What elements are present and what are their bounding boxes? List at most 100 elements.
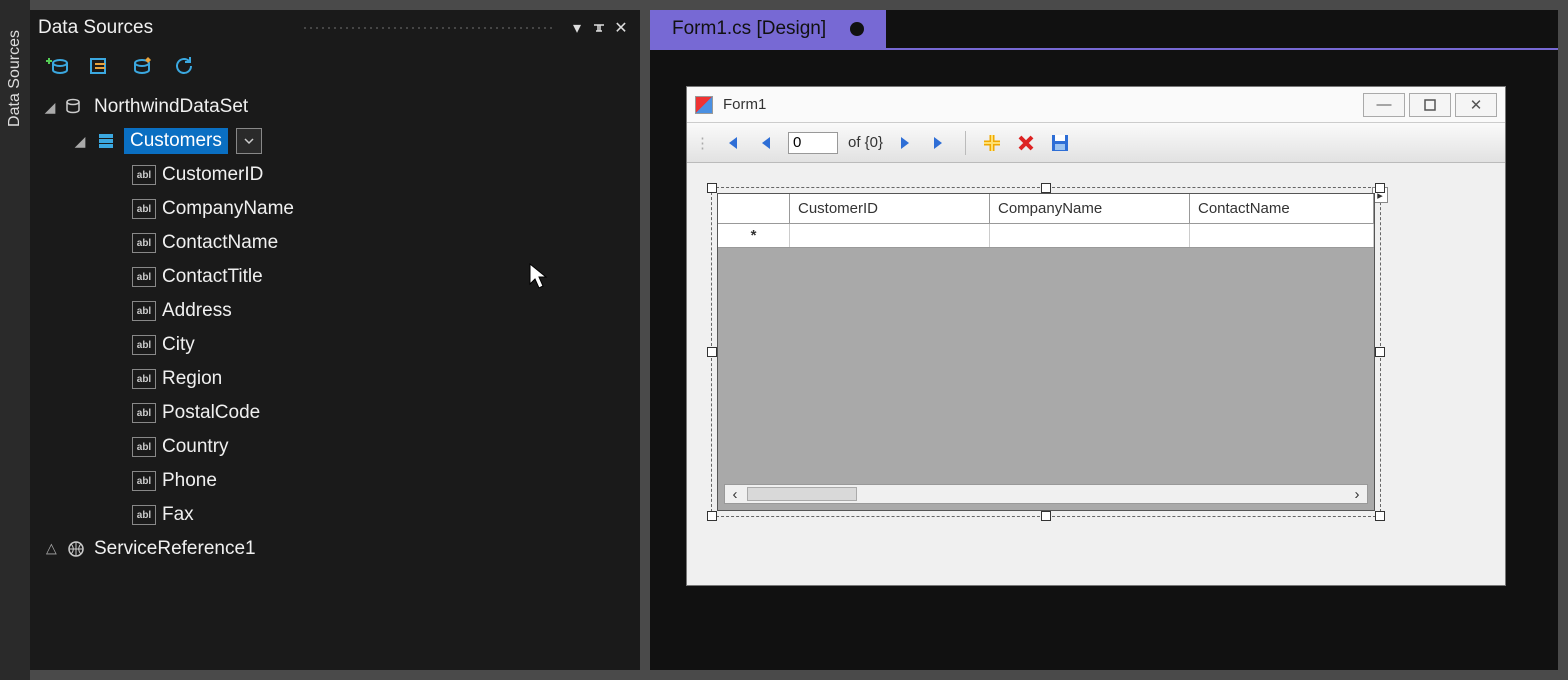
tree-node-label: CustomerID <box>162 164 263 186</box>
delete-button[interactable] <box>1014 131 1038 155</box>
scroll-left-button[interactable]: ‹ <box>725 485 745 503</box>
tree-node-field[interactable]: abl Region <box>38 362 636 396</box>
grid-column-header[interactable]: CompanyName <box>990 194 1190 223</box>
table-icon <box>94 131 118 151</box>
text-field-icon: abl <box>132 403 156 423</box>
tree-node-label: Address <box>162 300 232 322</box>
add-data-source-icon[interactable] <box>44 52 72 80</box>
tree-node-field[interactable]: ablContactName <box>38 226 636 260</box>
tree-node-field[interactable]: ablAddress <box>38 294 636 328</box>
form-title-text: Form1 <box>723 96 766 113</box>
tree-node-field[interactable]: abl Fax <box>38 498 636 532</box>
form-icon <box>695 96 713 114</box>
tree-node-label: Fax <box>162 504 194 526</box>
tree-node-field[interactable]: abl ContactTitle <box>38 260 636 294</box>
form-window[interactable]: Form1 — ✕ ⋮ of {0} <box>686 86 1506 586</box>
add-new-button[interactable] <box>980 131 1004 155</box>
toolbar-grip-icon: ⋮ <box>695 134 710 152</box>
datagrid[interactable]: CustomerID CompanyName ContactName * ‹ <box>717 193 1375 511</box>
form-designer-surface[interactable]: Form1 — ✕ ⋮ of {0} <box>650 50 1558 670</box>
resize-handle[interactable] <box>1041 511 1051 521</box>
move-last-button[interactable] <box>927 131 951 155</box>
resize-handle[interactable] <box>1375 347 1385 357</box>
text-field-icon: abl <box>132 165 156 185</box>
tree-node-table[interactable]: ◢ Customers <box>38 124 636 158</box>
tree-node-field[interactable]: ablCity <box>38 328 636 362</box>
scroll-thumb[interactable] <box>747 487 857 501</box>
grid-column-header[interactable]: ContactName <box>1190 194 1374 223</box>
configure-data-source-icon[interactable] <box>128 52 156 80</box>
horizontal-scrollbar[interactable]: ‹ › <box>724 484 1368 504</box>
unsaved-indicator-icon <box>850 22 864 36</box>
tree-node-label: Country <box>162 436 229 458</box>
tab-strip: Form1.cs [Design] <box>650 10 1558 50</box>
splitter[interactable] <box>640 10 650 670</box>
resize-handle[interactable] <box>1375 511 1385 521</box>
close-button[interactable]: ✕ <box>1455 93 1497 117</box>
panel-close-button[interactable]: ✕ <box>610 17 632 39</box>
minimize-button[interactable]: — <box>1363 93 1405 117</box>
resize-handle[interactable] <box>707 347 717 357</box>
data-sources-tree: ◢ NorthwindDataSet ◢ Customers abl Custom… <box>30 86 640 570</box>
grid-new-row[interactable]: * <box>718 224 1374 248</box>
tree-node-field[interactable]: ablCountry <box>38 430 636 464</box>
tree-node-label: ServiceReference1 <box>94 538 256 560</box>
resize-handle[interactable] <box>707 511 717 521</box>
service-reference-icon <box>64 539 88 559</box>
tree-node-field[interactable]: ablPhone <box>38 464 636 498</box>
move-next-button[interactable] <box>893 131 917 155</box>
vertical-tab-label: Data Sources <box>6 30 24 127</box>
grid-column-header[interactable]: CustomerID <box>790 194 990 223</box>
move-previous-button[interactable] <box>754 131 778 155</box>
grid-row-header-corner[interactable] <box>718 194 790 223</box>
tree-node-label: Customers <box>124 128 228 154</box>
text-field-icon: abl <box>132 369 156 389</box>
tree-node-label: PostalCode <box>162 402 260 424</box>
data-sources-panel: Data Sources ▾ ✕ ◢ NorthwindDataSet <box>30 10 640 670</box>
position-input[interactable] <box>788 132 838 154</box>
tree-node-label: Region <box>162 368 222 390</box>
tree-node-dataset[interactable]: ◢ NorthwindDataSet <box>38 90 636 124</box>
expand-icon[interactable]: ◢ <box>72 133 88 149</box>
panel-dropdown-button[interactable]: ▾ <box>566 17 588 39</box>
text-field-icon: abl <box>132 199 156 219</box>
data-sources-toolbar <box>30 46 640 86</box>
move-first-button[interactable] <box>720 131 744 155</box>
text-field-icon: abl <box>132 505 156 525</box>
binding-navigator: ⋮ of {0} <box>687 123 1505 163</box>
grid-header-row: CustomerID CompanyName ContactName <box>718 194 1374 224</box>
editor-area: Form1.cs [Design] Form1 — ✕ ⋮ <box>650 10 1558 670</box>
panel-pin-button[interactable] <box>588 17 610 39</box>
new-row-marker: * <box>718 224 790 247</box>
tree-node-field[interactable]: abl PostalCode <box>38 396 636 430</box>
resize-handle[interactable] <box>707 183 717 193</box>
panel-title: Data Sources <box>38 17 292 39</box>
edit-data-source-icon[interactable] <box>86 52 114 80</box>
datagrid-selection[interactable]: ▸ CustomerID CompanyName <box>711 187 1381 517</box>
panel-header: Data Sources ▾ ✕ <box>30 10 640 46</box>
scroll-right-button[interactable]: › <box>1347 485 1367 503</box>
text-field-icon: abl <box>132 335 156 355</box>
tab-label: Form1.cs [Design] <box>672 18 826 40</box>
resize-handle[interactable] <box>1041 183 1051 193</box>
tree-node-label: ContactTitle <box>162 266 263 288</box>
table-dropdown-button[interactable] <box>236 128 262 154</box>
tab-form-design[interactable]: Form1.cs [Design] <box>650 10 886 48</box>
expand-icon[interactable]: ▷ <box>42 541 58 557</box>
vertical-tab-data-sources[interactable]: Data Sources <box>0 0 30 680</box>
dataset-icon <box>64 97 88 117</box>
tree-node-field[interactable]: abl CustomerID <box>38 158 636 192</box>
tree-node-label: NorthwindDataSet <box>94 96 248 118</box>
form-titlebar: Form1 — ✕ <box>687 87 1505 123</box>
maximize-button[interactable] <box>1409 93 1451 117</box>
tree-node-service-reference[interactable]: ▷ ServiceReference1 <box>38 532 636 566</box>
tree-node-label: CompanyName <box>162 198 294 220</box>
expand-icon[interactable]: ◢ <box>42 99 58 115</box>
save-button[interactable] <box>1048 131 1072 155</box>
tree-node-field[interactable]: abl CompanyName <box>38 192 636 226</box>
text-field-icon: abl <box>132 267 156 287</box>
text-field-icon: abl <box>132 233 156 253</box>
resize-handle[interactable] <box>1375 183 1385 193</box>
form-client-area[interactable]: ▸ CustomerID CompanyName <box>687 163 1505 585</box>
refresh-icon[interactable] <box>170 52 198 80</box>
